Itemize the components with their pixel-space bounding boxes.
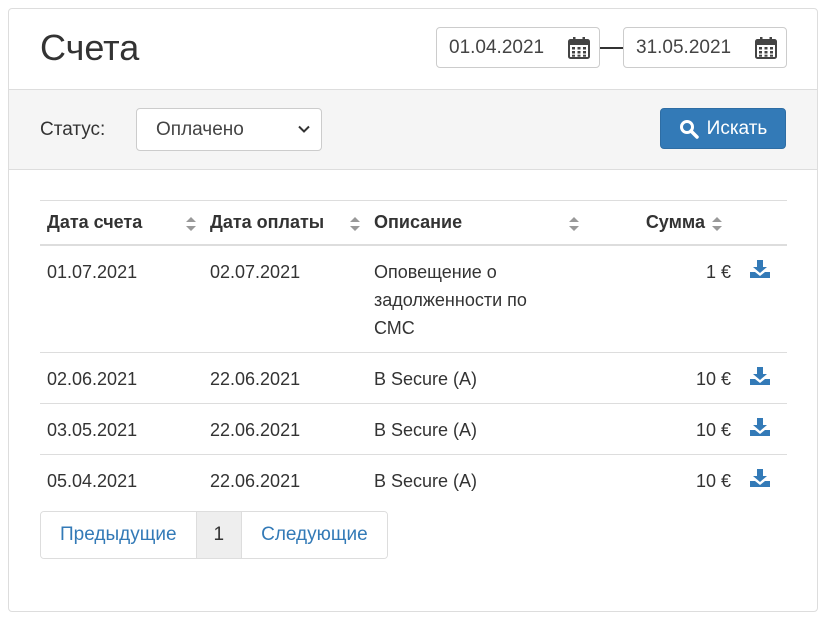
column-header-description[interactable]: Описание: [367, 200, 586, 246]
amount-cell: 1 €: [705, 261, 731, 282]
column-header-invoice-date[interactable]: Дата счета: [40, 200, 203, 246]
calendar-icon[interactable]: [754, 36, 778, 60]
filter-bar: Статус: Оплачено Искать: [9, 89, 817, 170]
invoice-date-cell: 05.04.2021: [40, 453, 203, 505]
pagination-prev[interactable]: Предыдущие: [41, 512, 196, 558]
invoice-date-cell: 02.06.2021: [40, 351, 203, 403]
panel-header: Счета 01.04.2021 31.05.2021: [9, 9, 817, 89]
description-cell: B Secure (A): [367, 402, 586, 454]
description-cell: B Secure (A): [367, 453, 586, 505]
sort-icon[interactable]: [711, 215, 723, 233]
invoices-table: Дата счета Дата оплаты Описание Сумма 01…: [40, 200, 787, 505]
column-header-label: Дата оплаты: [210, 211, 325, 232]
pagination-next[interactable]: Следующие: [241, 512, 387, 558]
table-row: 01.07.2021 02.07.2021 Оповещение о задол…: [40, 245, 787, 353]
download-icon[interactable]: [750, 468, 770, 487]
date-from-field[interactable]: 01.04.2021: [436, 27, 600, 68]
status-select[interactable]: Оплачено: [136, 108, 322, 151]
download-icon[interactable]: [750, 366, 770, 385]
chevron-down-icon: [298, 125, 310, 133]
amount-cell: 10 €: [586, 402, 741, 454]
column-header-label: Описание: [374, 211, 463, 232]
paid-date-cell: 22.06.2021: [203, 351, 367, 403]
paid-date-cell: 02.07.2021: [210, 261, 301, 282]
paid-date-cell: 22.06.2021: [203, 402, 367, 454]
calendar-icon[interactable]: [567, 36, 591, 60]
download-icon[interactable]: [750, 259, 770, 278]
download-cell: [741, 245, 787, 353]
download-icon[interactable]: [750, 417, 770, 436]
paid-date-cell: 22.06.2021: [203, 453, 367, 505]
page-title: Счета: [40, 27, 140, 68]
table-row: 03.05.2021 22.06.2021 B Secure (A) 10 €: [40, 402, 787, 454]
amount-cell: 10 €: [586, 453, 741, 505]
table-row: 02.06.2021 22.06.2021 B Secure (A) 10 €: [40, 351, 787, 403]
invoices-panel: Счета 01.04.2021 31.05.2021 Статус: Опла…: [8, 8, 818, 612]
search-icon: [679, 119, 699, 139]
table-header-row: Дата счета Дата оплаты Описание Сумма: [40, 200, 787, 246]
download-cell: [741, 453, 787, 505]
column-header-paid-date[interactable]: Дата оплаты: [203, 200, 367, 246]
date-to-field[interactable]: 31.05.2021: [623, 27, 787, 68]
column-header-amount[interactable]: Сумма: [586, 200, 787, 246]
invoice-date-cell: 01.07.2021: [47, 261, 138, 282]
date-from-value: 01.04.2021: [449, 36, 545, 58]
amount-cell: 10 €: [586, 351, 741, 403]
description-cell: Оповещение о задолженности по СМС: [374, 261, 527, 338]
search-button[interactable]: Искать: [660, 108, 786, 149]
pagination: Предыдущие 1 Следующие: [40, 511, 388, 559]
sort-icon[interactable]: [185, 215, 197, 233]
search-button-label: Искать: [706, 117, 768, 139]
status-select-value: Оплачено: [156, 118, 244, 140]
sort-icon[interactable]: [349, 215, 361, 233]
invoice-date-cell: 03.05.2021: [40, 402, 203, 454]
download-cell: [741, 402, 787, 454]
status-label: Статус:: [40, 119, 106, 140]
pagination-page-current[interactable]: 1: [195, 512, 242, 558]
column-header-label: Дата счета: [47, 211, 143, 232]
description-cell: B Secure (A): [367, 351, 586, 403]
table-row: 05.04.2021 22.06.2021 B Secure (A) 10 €: [40, 453, 787, 505]
date-to-value: 31.05.2021: [636, 36, 732, 58]
download-cell: [741, 351, 787, 403]
sort-icon[interactable]: [568, 215, 580, 233]
date-range-separator: [600, 47, 624, 49]
column-header-label: Сумма: [645, 211, 705, 232]
